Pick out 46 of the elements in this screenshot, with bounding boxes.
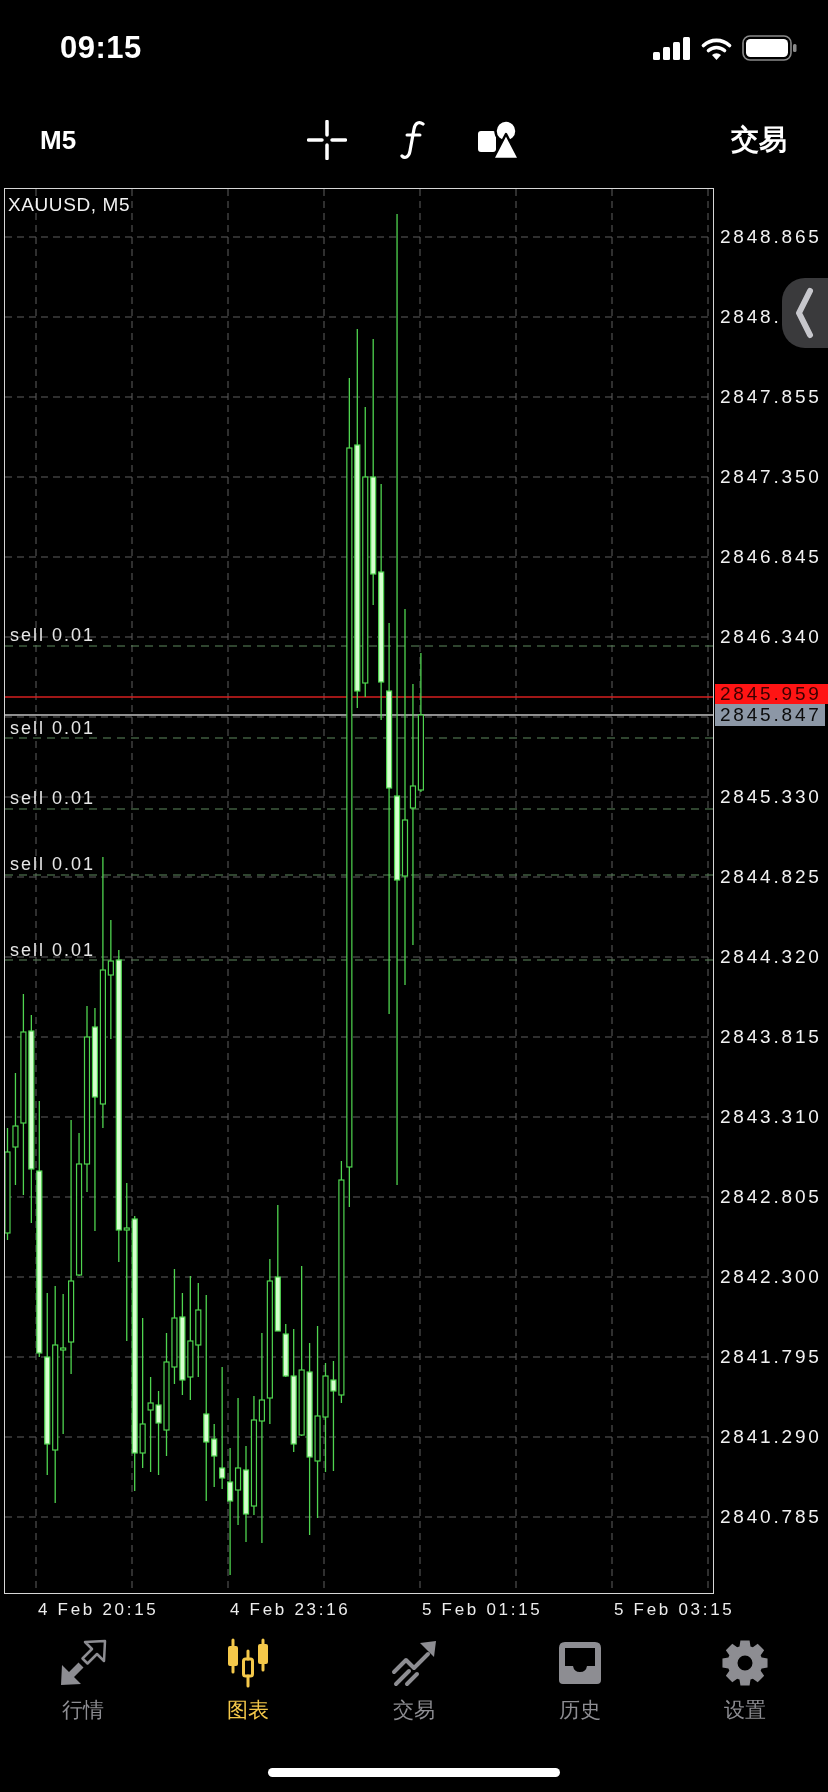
price-label: 2844.320 [720,946,822,968]
timeframe-button[interactable]: M5 [40,125,77,155]
price-label: 2848. [720,306,782,328]
tab-bar-item[interactable]: 行情 [57,1638,108,1723]
price-label: 2846.845 [720,546,822,568]
trend-arrow-icon [389,1638,439,1688]
time-label: 5 Feb 01:15 [422,1600,543,1619]
status-time: 09:15 [60,30,142,66]
price-label: 2846.340 [720,626,822,648]
order-label: sell 0.01 [10,717,96,739]
price-label: 2845.330 [720,786,822,808]
side-panel-tab[interactable] [782,278,828,348]
tab-bar-item[interactable]: 设置 [720,1638,771,1723]
chart-title: XAUUSD, M5 [8,194,131,216]
trade-button[interactable]: 交易 [731,124,787,156]
price-label: 2847.855 [720,386,822,408]
order-label: sell 0.01 [10,939,96,961]
time-label: 4 Feb 20:15 [38,1600,159,1619]
tab-bar-item[interactable]: 历史 [554,1638,605,1723]
price-label: 2841.290 [720,1426,822,1448]
signal-icon [653,36,691,60]
price-label: 2843.310 [720,1106,822,1128]
price-label: 2847.350 [720,466,822,488]
price-label: 2843.815 [720,1026,822,1048]
price-label: 2841.795 [720,1346,822,1368]
bid-price-tag: 2845.847 [715,704,825,726]
shapes-icon[interactable] [478,120,520,160]
order-label: sell 0.01 [10,787,96,809]
ask-price-tag: 2845.959 [715,684,828,704]
price-label: 2842.300 [720,1266,822,1288]
price-label: 2844.825 [720,866,822,888]
price-label: 2842.805 [720,1186,822,1208]
tab-bar-item[interactable]: 交易 [389,1638,439,1723]
crosshair-icon[interactable] [307,120,347,160]
settings-icon [720,1638,771,1688]
time-label: 5 Feb 03:15 [614,1600,735,1619]
function-icon[interactable] [399,120,426,160]
chevron-left-icon [794,287,814,339]
tab-bar-item[interactable]: 图表 [223,1638,274,1723]
battery-icon [742,35,797,61]
time-label: 4 Feb 23:16 [230,1600,351,1619]
price-label: 2840.785 [720,1506,822,1528]
wifi-icon [701,36,732,60]
order-label: sell 0.01 [10,853,96,875]
price-label: 2848.865 [720,226,822,248]
order-label: sell 0.01 [10,624,96,646]
